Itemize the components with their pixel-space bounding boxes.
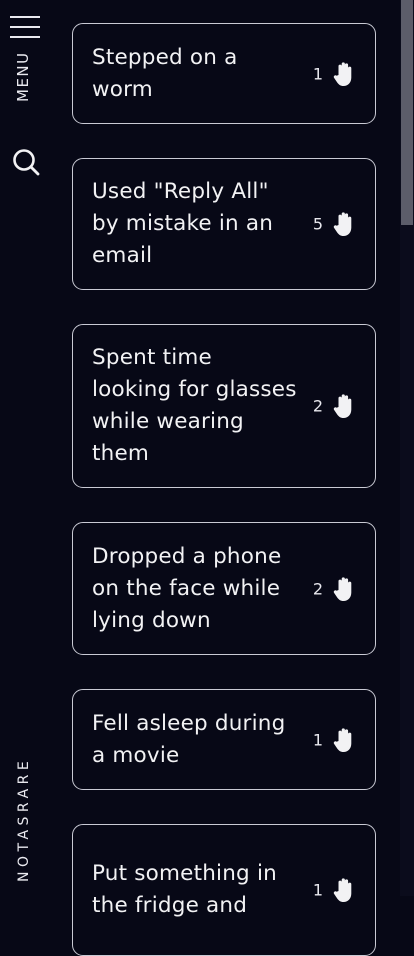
sidebar: MENU NOTASRARE bbox=[0, 0, 50, 896]
menu-label[interactable]: MENU bbox=[14, 51, 32, 102]
item-count: 2 bbox=[312, 579, 323, 598]
list-item[interactable]: Used "Reply All" by mistake in an email … bbox=[72, 158, 376, 290]
raised-hand-icon[interactable] bbox=[332, 727, 356, 753]
list-item[interactable]: Stepped on a worm 1 bbox=[72, 23, 376, 124]
raised-hand-icon[interactable] bbox=[332, 211, 356, 237]
brand-logo-text[interactable]: NOTASRARE bbox=[16, 757, 32, 882]
raised-hand-icon[interactable] bbox=[332, 877, 356, 903]
hamburger-icon[interactable] bbox=[10, 16, 40, 38]
list-item[interactable]: Put something in the fridge and 1 bbox=[72, 824, 376, 956]
search-icon[interactable] bbox=[11, 147, 41, 177]
item-text: Spent time looking for glasses while wea… bbox=[92, 345, 297, 466]
scrollbar-thumb[interactable] bbox=[401, 0, 413, 225]
item-text: Fell asleep during a movie bbox=[92, 710, 286, 768]
item-text: Used "Reply All" by mistake in an email bbox=[92, 179, 274, 268]
raised-hand-icon[interactable] bbox=[332, 576, 356, 602]
list-item[interactable]: Spent time looking for glasses while wea… bbox=[72, 324, 376, 488]
item-text: Put something in the fridge and bbox=[92, 861, 277, 918]
item-count: 1 bbox=[312, 64, 323, 83]
list-item[interactable]: Fell asleep during a movie 1 bbox=[72, 689, 376, 790]
raised-hand-icon[interactable] bbox=[332, 393, 356, 419]
raised-hand-icon[interactable] bbox=[332, 61, 356, 87]
list-item[interactable]: Dropped a phone on the face while lying … bbox=[72, 522, 376, 655]
item-count: 1 bbox=[312, 880, 323, 900]
item-count: 2 bbox=[312, 396, 323, 416]
item-text: Stepped on a worm bbox=[92, 44, 238, 102]
item-count: 5 bbox=[312, 214, 323, 234]
item-text: Dropped a phone on the face while lying … bbox=[92, 543, 282, 633]
item-count: 1 bbox=[312, 730, 323, 749]
